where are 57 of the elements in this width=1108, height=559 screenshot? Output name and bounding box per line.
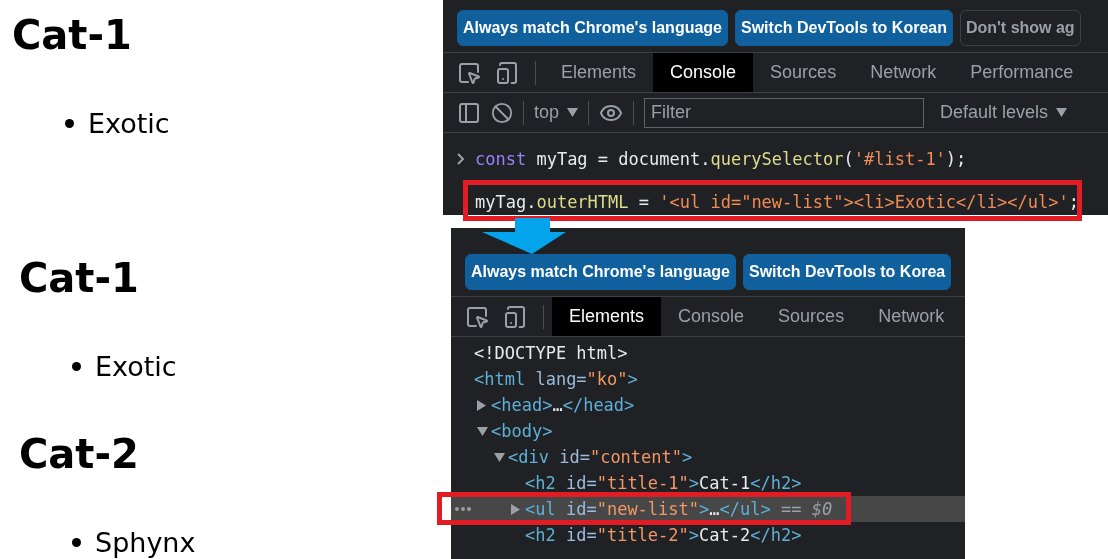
dom-node-text: <html lang="ko"> [474, 369, 638, 389]
dom-tree-row[interactable]: <h2 id="title-1">Cat-1</h2> [451, 470, 965, 496]
inspect-icon[interactable] [465, 304, 489, 329]
infobar-button[interactable]: Don't show ag [959, 10, 1081, 46]
collapsed-triangle-icon[interactable] [511, 503, 520, 515]
page-heading: Cat-1 [19, 254, 139, 302]
page-heading: Cat-1 [12, 11, 132, 59]
bullet-icon [72, 361, 81, 371]
dom-node-text: <head>…</head> [491, 395, 635, 415]
panel-tab[interactable]: Performance [953, 53, 1091, 92]
levels-dropdown[interactable]: Default levels [940, 102, 1068, 123]
dom-tree-row[interactable]: <head>…</head> [451, 392, 965, 418]
dom-node-text: <ul id="new-list">…</ul> == $0 [525, 499, 833, 519]
caret-icon [567, 108, 579, 117]
infobar-button[interactable]: Always match Chrome's language [457, 10, 728, 46]
clear-icon[interactable] [491, 101, 513, 124]
panel-tab[interactable]: Elements [544, 53, 654, 92]
panel-tab[interactable]: Network [853, 53, 954, 92]
list-item-text: Exotic [88, 107, 170, 139]
panel-tab[interactable]: Console [653, 53, 754, 92]
more-icon[interactable] [455, 507, 471, 511]
panel-tab[interactable]: Sources [761, 297, 862, 336]
caret-icon [1056, 108, 1068, 117]
panel-tab[interactable]: Network [861, 297, 962, 336]
list-item-text: Exotic [95, 350, 177, 382]
list-item-text: Sphynx [95, 526, 196, 558]
panel-tab[interactable]: Elements [552, 297, 662, 336]
filter-field[interactable]: Filter [644, 97, 925, 128]
context-dropdown[interactable]: top [534, 102, 579, 123]
dom-tree-row[interactable]: <h2 id="title-2">Cat-2</h2> [451, 522, 965, 548]
collapsed-triangle-icon[interactable] [477, 399, 486, 411]
dom-tree-row[interactable]: <html lang="ko"> [451, 366, 965, 392]
panel-tab[interactable]: Sources [753, 53, 854, 92]
infobar-button[interactable]: Always match Chrome's language [465, 254, 736, 290]
infobar-button[interactable]: Switch DevTools to Korea [743, 254, 952, 290]
dom-tree-row[interactable]: <body> [451, 418, 965, 444]
dom-node-text: <h2 id="title-2">Cat-2</h2> [525, 525, 802, 545]
expanded-triangle-icon[interactable] [494, 452, 505, 462]
device-toolbar-icon[interactable] [503, 304, 527, 329]
dom-node-text: <body> [491, 421, 553, 441]
dom-node-text: <div id="content"> [508, 447, 693, 467]
dom-tree-row[interactable]: <!DOCTYPE html> [451, 340, 965, 366]
console-code-line: const myTag = document.querySelector('#list-1'); [475, 148, 967, 169]
inspect-icon[interactable] [457, 60, 481, 85]
dom-node-text: <!DOCTYPE html> [474, 343, 628, 363]
console-code-line: myTag.outerHTML = '<ul id="new-list"><li>Exotic</li></ul>'; [475, 191, 1079, 212]
chevron-icon [457, 152, 465, 165]
dom-tree-row[interactable]: <div id="content"> [451, 444, 965, 470]
expanded-triangle-icon[interactable] [477, 426, 488, 436]
page-heading: Cat-2 [19, 430, 139, 478]
panel-tab[interactable]: Console [661, 297, 762, 336]
infobar-button[interactable]: Switch DevTools to Korean [735, 10, 953, 46]
sidebar-icon[interactable] [457, 100, 481, 125]
bullet-icon [72, 537, 81, 547]
dom-node-text: <h2 id="title-1">Cat-1</h2> [525, 473, 802, 493]
device-toolbar-icon[interactable] [495, 60, 519, 85]
bullet-icon [65, 118, 74, 128]
